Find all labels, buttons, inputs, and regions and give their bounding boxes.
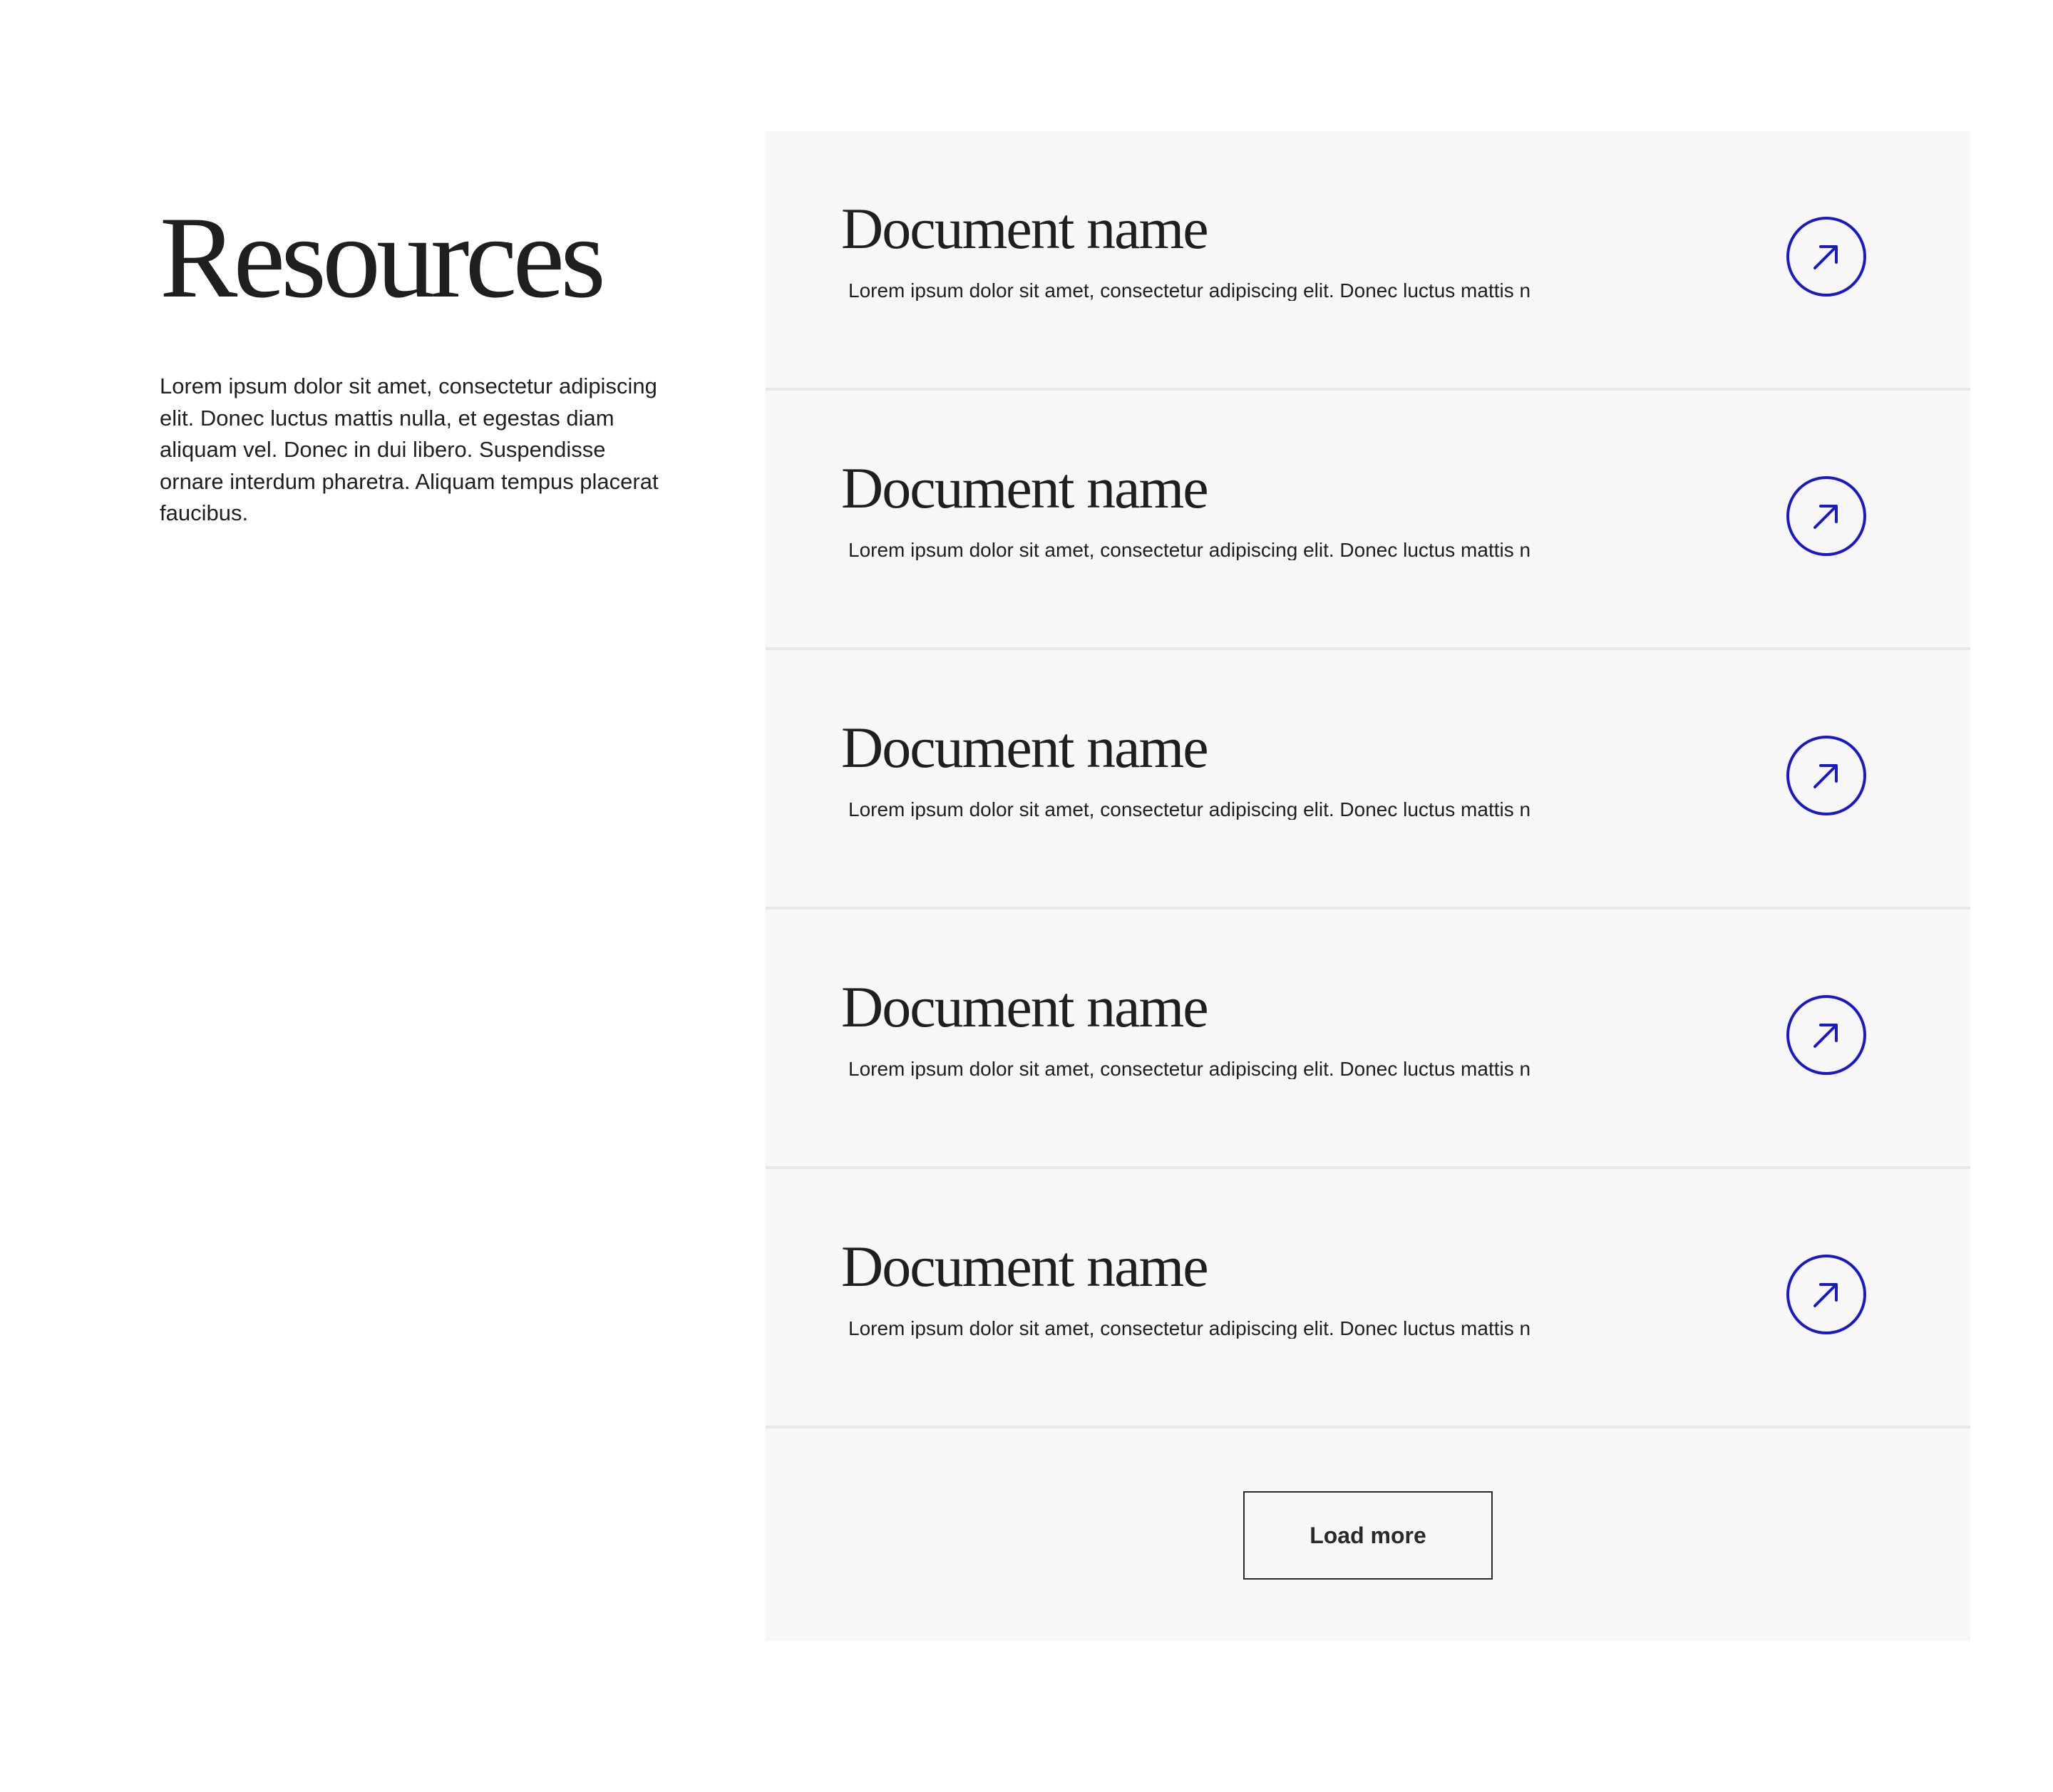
- open-document-button[interactable]: [1786, 736, 1866, 815]
- open-document-button[interactable]: [1786, 995, 1866, 1075]
- document-list: Document name Lorem ipsum dolor sit amet…: [766, 131, 1970, 1641]
- page-title: Resources: [160, 193, 606, 322]
- document-description: Lorem ipsum dolor sit amet, consectetur …: [848, 800, 1531, 820]
- document-description: Lorem ipsum dolor sit amet, consectetur …: [848, 1059, 1531, 1079]
- document-row[interactable]: Document name Lorem ipsum dolor sit amet…: [766, 391, 1970, 650]
- arrow-up-right-icon: [1813, 764, 1838, 788]
- arrow-up-right-icon: [1813, 505, 1838, 529]
- document-title[interactable]: Document name: [841, 719, 1209, 777]
- intro-section: Resources Lorem ipsum dolor sit amet, co…: [160, 200, 673, 530]
- open-document-button[interactable]: [1786, 476, 1866, 556]
- document-title[interactable]: Document name: [841, 459, 1209, 517]
- document-description: Lorem ipsum dolor sit amet, consectetur …: [848, 540, 1531, 560]
- document-row[interactable]: Document name Lorem ipsum dolor sit amet…: [766, 1169, 1970, 1428]
- arrow-up-right-icon: [1813, 1283, 1838, 1307]
- arrow-up-right-icon: [1813, 245, 1838, 269]
- document-title[interactable]: Document name: [841, 200, 1209, 258]
- document-row[interactable]: Document name Lorem ipsum dolor sit amet…: [766, 131, 1970, 391]
- document-title[interactable]: Document name: [841, 1237, 1209, 1296]
- intro-description: Lorem ipsum dolor sit amet, consectetur …: [160, 374, 659, 525]
- document-description: Lorem ipsum dolor sit amet, consectetur …: [848, 1319, 1531, 1339]
- document-title[interactable]: Document name: [841, 978, 1209, 1036]
- document-row[interactable]: Document name Lorem ipsum dolor sit amet…: [766, 650, 1970, 910]
- document-description: Lorem ipsum dolor sit amet, consectetur …: [848, 281, 1531, 301]
- load-more-button[interactable]: Load more: [1243, 1491, 1493, 1580]
- arrow-up-right-icon: [1813, 1024, 1838, 1048]
- document-row[interactable]: Document name Lorem ipsum dolor sit amet…: [766, 910, 1970, 1169]
- open-document-button[interactable]: [1786, 1255, 1866, 1334]
- open-document-button[interactable]: [1786, 217, 1866, 297]
